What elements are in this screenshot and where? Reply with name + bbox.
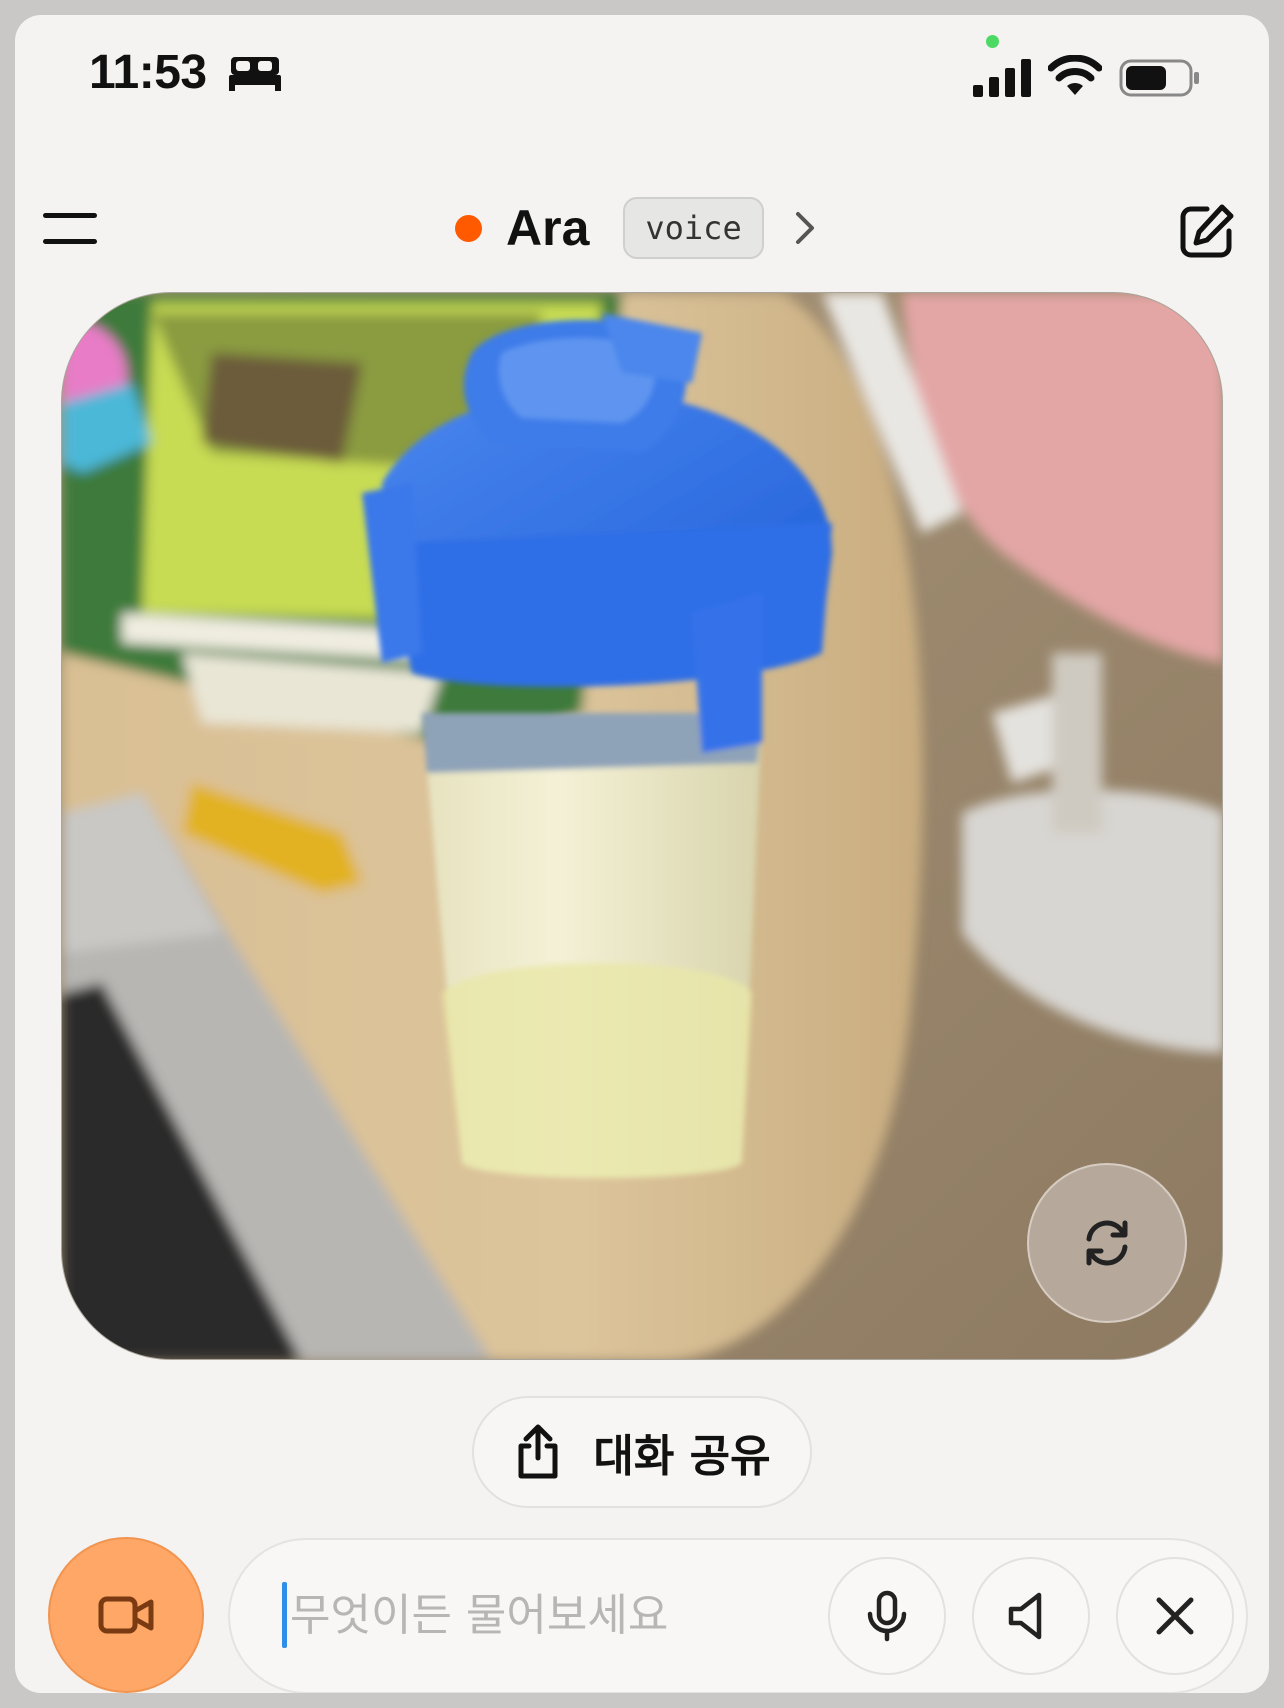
status-time: 11:53 [89,46,207,99]
mode-badge: voice [623,197,764,259]
composer [228,1538,1248,1693]
share-conversation-button[interactable]: 대화 공유 [472,1396,812,1508]
edit-icon[interactable] [1177,201,1237,261]
microphone-button[interactable] [828,1557,946,1675]
status-bar: 11:53 [15,15,1269,125]
close-icon [1156,1597,1194,1635]
message-input[interactable] [290,1576,760,1654]
battery-icon [1119,59,1199,97]
chevron-right-icon [795,212,814,244]
chat-header: Ara voice [15,165,1269,275]
wifi-icon [1048,55,1102,95]
microphone-icon [867,1590,907,1642]
video-camera-icon [98,1596,154,1634]
share-label: 대화 공유 [593,1431,771,1482]
app-screen: 11:53 Ara voice 대화 공유 무엇이든 물어보세요 [15,15,1269,1693]
status-dot [455,214,482,242]
signal-icon [973,59,1031,97]
speaker-button[interactable] [972,1557,1090,1675]
speaker-icon [1008,1592,1042,1640]
end-session-button[interactable] [1116,1557,1234,1675]
flip-camera-icon [1086,1220,1128,1266]
menu-icon[interactable] [41,209,101,249]
share-icon [518,1424,558,1479]
video-camera-button[interactable] [48,1537,204,1693]
sleep-icon [229,57,281,91]
flip-camera-button[interactable] [1027,1163,1187,1323]
text-cursor [282,1582,287,1648]
assistant-name: Ara [506,200,590,256]
camera-in-use-indicator [986,35,999,48]
assistant-selector[interactable]: Ara voice [455,193,820,263]
